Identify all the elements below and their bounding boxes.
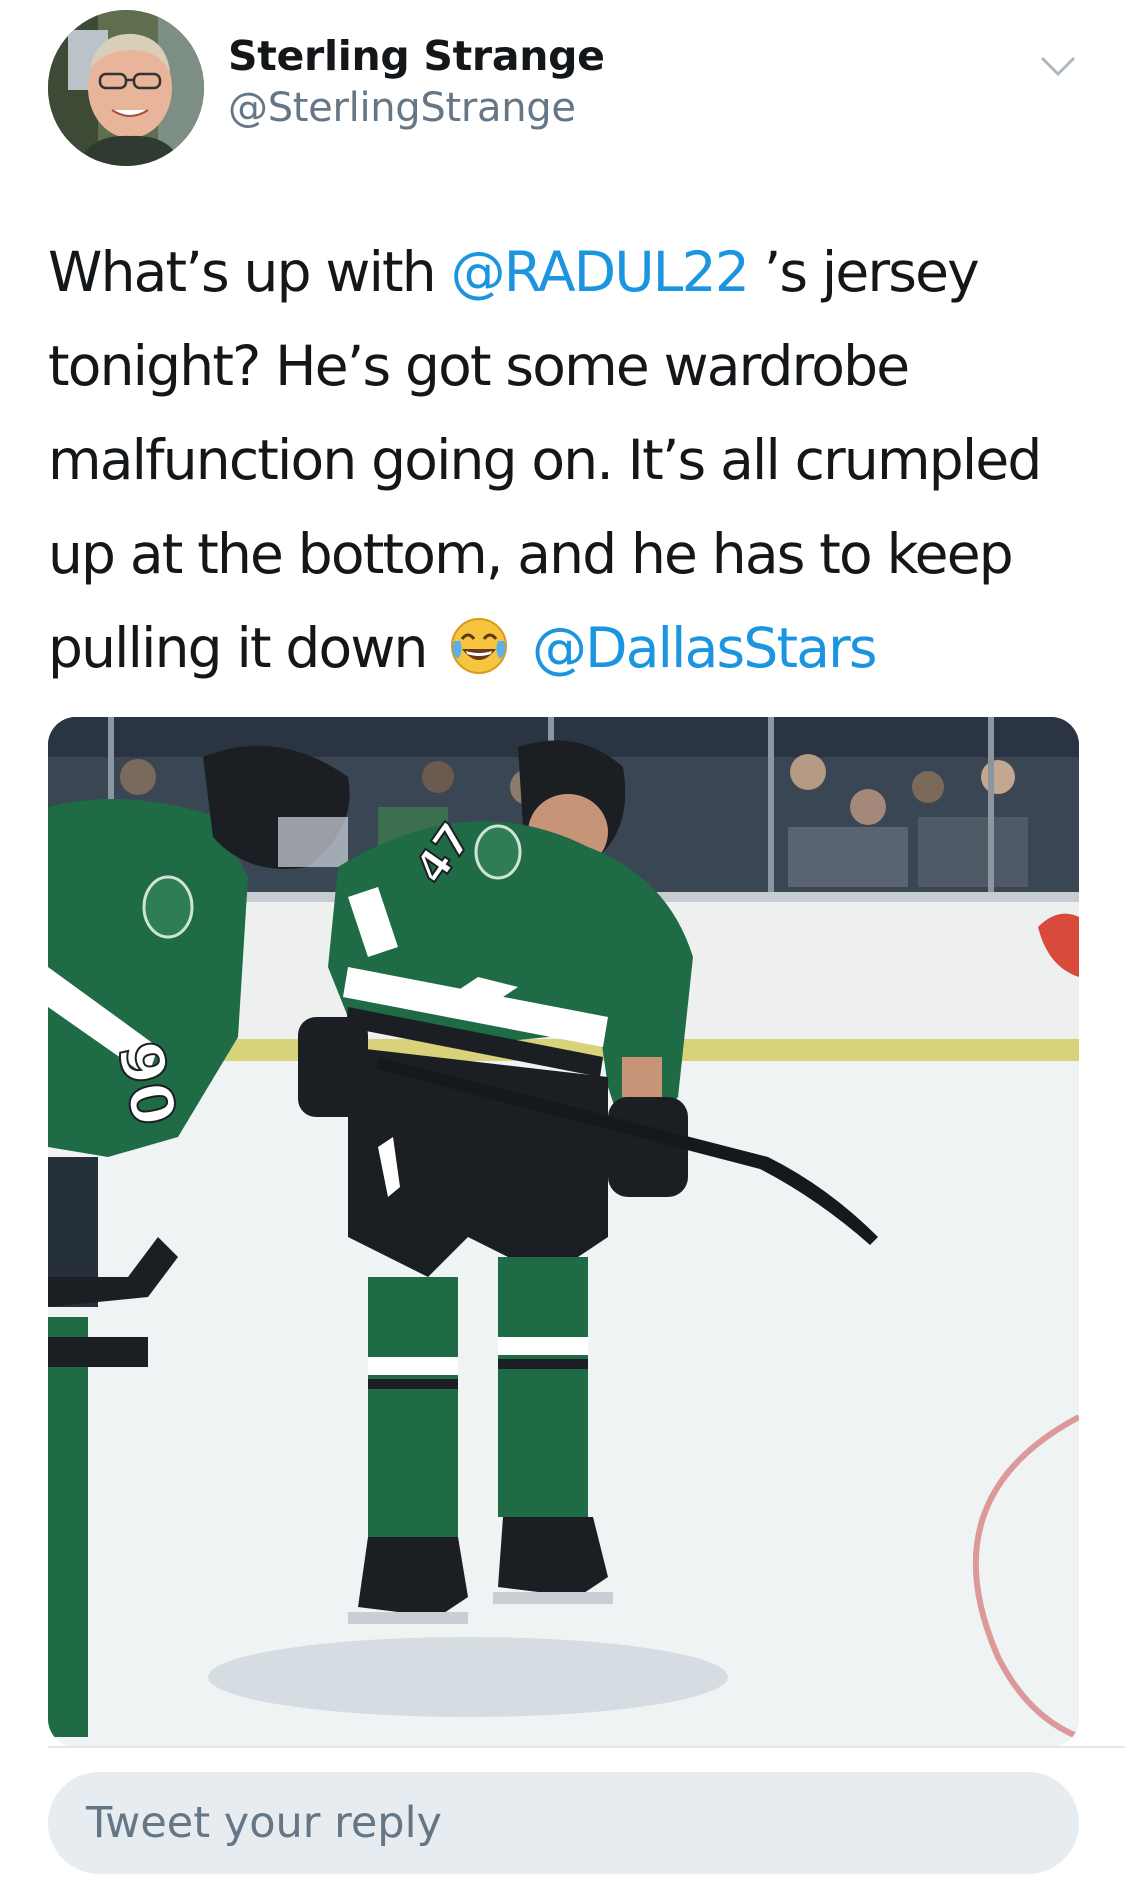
author-display-name[interactable]: Sterling Strange xyxy=(228,30,605,82)
author-handle[interactable]: @SterlingStrange xyxy=(228,82,605,134)
divider xyxy=(48,1746,1125,1748)
tweet-header: Sterling Strange @SterlingStrange xyxy=(48,10,1078,170)
tweet-text: What’s up with @RADUL22 ’s jersey tonigh… xyxy=(48,225,1078,695)
mention-radul22[interactable]: @RADUL22 xyxy=(451,240,750,304)
author-names[interactable]: Sterling Strange @SterlingStrange xyxy=(228,30,605,134)
chevron-down-icon[interactable] xyxy=(1038,50,1078,80)
reply-input[interactable]: Tweet your reply xyxy=(48,1772,1079,1874)
tweet-text-part-1: What’s up with xyxy=(48,240,451,304)
face-with-tears-of-joy-emoji xyxy=(448,611,510,674)
avatar-photo xyxy=(48,10,204,166)
author-avatar[interactable] xyxy=(48,10,204,166)
tweet-text-part-2: ’s jersey tonight? He’s got some wardrob… xyxy=(48,240,1042,680)
tweet-text-part-3 xyxy=(516,616,532,680)
mention-dallasstars[interactable]: @DallasStars xyxy=(532,616,878,680)
reply-placeholder: Tweet your reply xyxy=(86,1798,442,1848)
tweet-media-photo[interactable]: 90 47 xyxy=(48,717,1079,1747)
hockey-photo: 9047 xyxy=(48,717,1079,1747)
